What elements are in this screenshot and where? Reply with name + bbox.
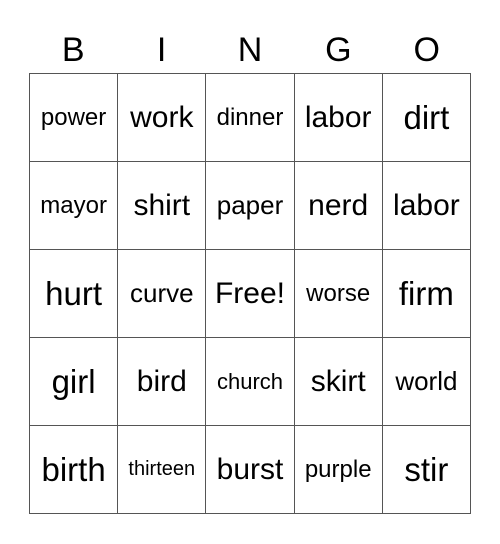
bingo-cell[interactable]: mayor xyxy=(30,162,119,250)
bingo-cell[interactable]: purple xyxy=(294,426,383,514)
header-letter-g: G xyxy=(325,31,352,69)
bingo-cell[interactable]: paper xyxy=(206,162,295,250)
bingo-cell[interactable]: girl xyxy=(30,338,119,426)
bingo-cell[interactable]: work xyxy=(118,74,207,162)
bingo-cell[interactable]: thirteen xyxy=(118,426,207,514)
bingo-cell[interactable]: stir xyxy=(382,426,471,514)
header-letter-n: N xyxy=(237,31,263,69)
bingo-board: power work dinner labor dirt mayor shirt paper n… xyxy=(29,73,471,514)
bingo-cell[interactable]: labor xyxy=(294,74,383,162)
bingo-cell[interactable]: dinner xyxy=(206,74,295,162)
bingo-cell[interactable]: hurt xyxy=(30,250,119,338)
bingo-header: B I N G O xyxy=(29,28,471,72)
bingo-cell[interactable]: shirt xyxy=(118,162,207,250)
header-letter-i: I xyxy=(156,31,167,69)
bingo-cell[interactable]: labor xyxy=(382,162,471,250)
bingo-cell[interactable]: nerd xyxy=(294,162,383,250)
bingo-cell[interactable]: dirt xyxy=(382,74,471,162)
bingo-cell[interactable]: world xyxy=(382,338,471,426)
bingo-cell[interactable]: burst xyxy=(206,426,295,514)
header-letter-b: B xyxy=(61,31,85,69)
bingo-cell[interactable]: curve xyxy=(118,250,207,338)
bingo-cell[interactable]: worse xyxy=(294,250,383,338)
bingo-cell[interactable]: firm xyxy=(382,250,471,338)
bingo-cell[interactable]: power xyxy=(30,74,119,162)
header-letter-o: O xyxy=(413,31,440,69)
bingo-cell[interactable]: birth xyxy=(30,426,119,514)
bingo-cell[interactable]: bird xyxy=(118,338,207,426)
bingo-cell[interactable]: church xyxy=(206,338,295,426)
free-space-cell[interactable]: Free! xyxy=(206,250,295,338)
bingo-cell[interactable]: skirt xyxy=(294,338,383,426)
